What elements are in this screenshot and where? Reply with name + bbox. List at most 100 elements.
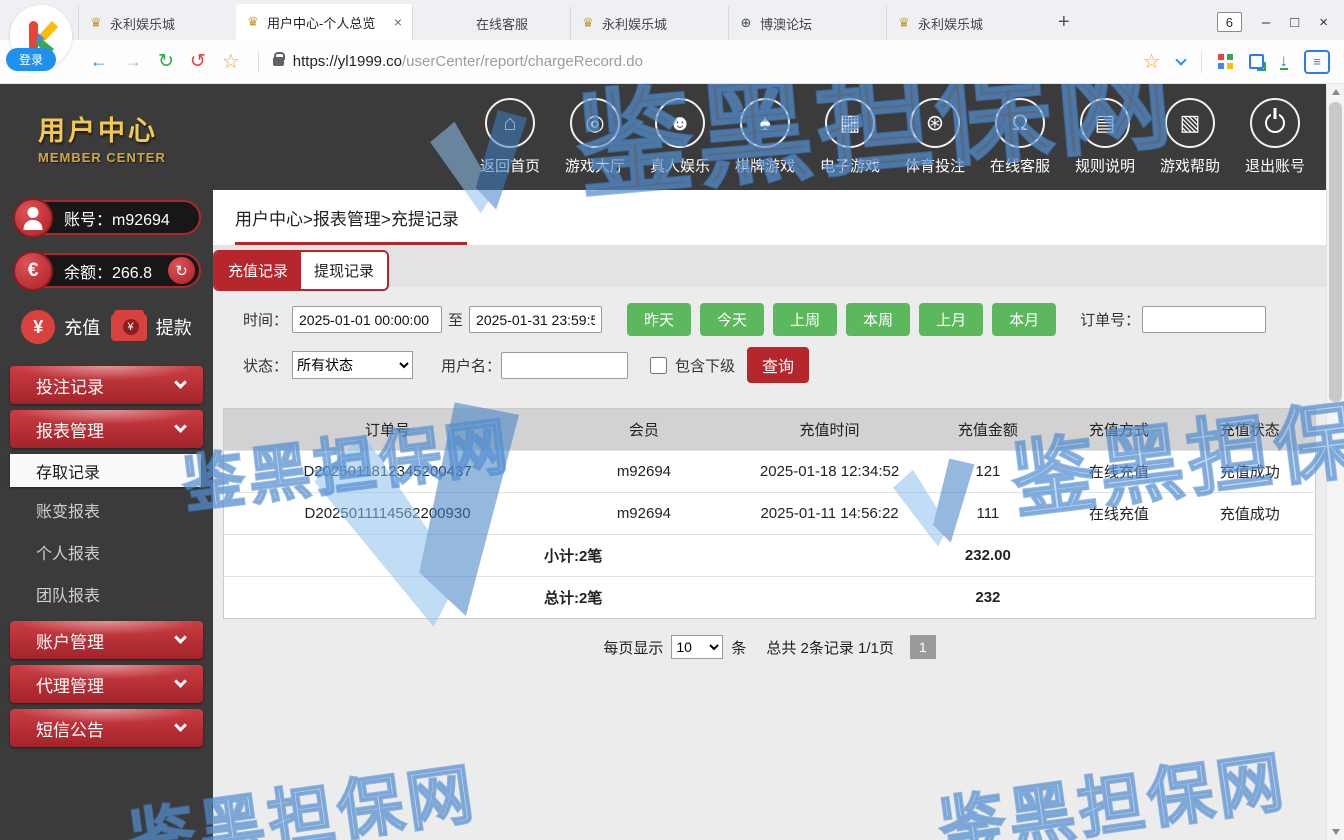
quick-yesterday-button[interactable]: 昨天 — [627, 303, 691, 336]
subtotal-row: 小计:2笔 232.00 — [224, 535, 1316, 577]
power-icon — [1250, 98, 1300, 148]
refresh-balance-icon[interactable]: ↻ — [168, 257, 195, 284]
status-select[interactable]: 所有状态 — [292, 351, 413, 379]
tab-forum[interactable]: ⊕ 博澳论坛 — [728, 6, 886, 40]
tab-close-icon[interactable]: × — [394, 14, 402, 30]
quick-last-month-button[interactable]: 上月 — [919, 303, 983, 336]
time-to-input[interactable] — [469, 306, 602, 333]
sidebar-item-sms-notice[interactable]: 短信公告 — [10, 709, 203, 747]
username-label: 用户名： — [441, 355, 501, 376]
chevron-down-icon[interactable] — [1175, 54, 1186, 65]
col-order-no: 订单号 — [224, 409, 552, 451]
unit-label: 条 — [731, 637, 746, 658]
search-button[interactable]: 查询 — [747, 347, 809, 383]
tab-withdraw-records[interactable]: 提现记录 — [301, 252, 387, 289]
chevron-down-icon — [174, 631, 187, 644]
filter-panel: 时间： 至 昨天 今天 上周 本周 上月 本月 订单号： 状态： 所有状态 用户… — [213, 287, 1326, 406]
tab-user-center-active[interactable]: ♛ 用户中心-个人总览 × — [236, 4, 412, 40]
nav-rules[interactable]: ▤ 规则说明 — [1076, 98, 1134, 176]
forward-icon[interactable]: → — [124, 51, 142, 72]
refresh-icon[interactable]: ↻ — [158, 50, 174, 73]
tab-count-badge[interactable]: 6 — [1217, 12, 1242, 32]
sidebar-subitem-account-change-report[interactable]: 账变报表 — [0, 489, 213, 531]
sidebar-item-agent-mgmt[interactable]: 代理管理 — [10, 665, 203, 703]
crown-favicon-icon: ♛ — [897, 15, 911, 31]
sidebar-item-report-mgmt[interactable]: 报表管理 — [10, 410, 203, 448]
tab-yongli-3[interactable]: ♛ 永利娱乐城 — [886, 6, 1044, 40]
withdraw-button[interactable]: 提款 — [111, 310, 192, 344]
download-icon[interactable]: ↓ — [1280, 53, 1289, 70]
close-window-button[interactable]: × — [1319, 14, 1328, 31]
record-tabs: 充值记录 提现记录 — [213, 245, 1326, 287]
url-text[interactable]: https://yl1999.co/userCenter/report/char… — [293, 53, 643, 70]
bookmark-star-icon[interactable]: ☆ — [1143, 49, 1161, 74]
sidebar-item-bet-records[interactable]: 投注记录 — [10, 366, 203, 404]
tab-yongli-2[interactable]: ♛ 永利娱乐城 — [570, 6, 728, 40]
nav-home[interactable]: ⌂ 返回首页 — [481, 98, 539, 176]
user-icon — [13, 198, 53, 238]
chevron-down-icon — [174, 420, 187, 433]
browser-login-button[interactable]: 登录 — [6, 48, 56, 71]
include-sub-label: 包含下级 — [675, 355, 735, 376]
per-page-select[interactable]: 10 — [671, 635, 723, 659]
col-charge-status: 充值状态 — [1184, 409, 1315, 451]
tab-recharge-records[interactable]: 充值记录 — [215, 252, 301, 289]
username-input[interactable] — [501, 352, 628, 379]
header-nav: ⌂ 返回首页 ◎ 游戏大厅 ☻ 真人娱乐 ♠ 棋牌游戏 ▦ 电子游戏 ⊛ 体育投… — [481, 98, 1344, 176]
page-scrollbar[interactable] — [1326, 84, 1344, 840]
quick-last-week-button[interactable]: 上周 — [773, 303, 837, 336]
globe-favicon-icon: ⊕ — [739, 15, 753, 31]
time-label: 时间： — [243, 309, 288, 330]
order-no-input[interactable] — [1142, 306, 1266, 333]
recharge-button[interactable]: ¥ 充值 — [21, 310, 100, 344]
browser-address-bar: ← → ↻ ↺ ☆ https://yl1999.co/userCenter/r… — [0, 40, 1344, 84]
nav-sports[interactable]: ⊛ 体育投注 — [906, 98, 964, 176]
sidebar-subitem-team-report[interactable]: 团队报表 — [0, 573, 213, 615]
balance-pill: € 余额：266.8 ↻ — [14, 253, 201, 288]
nav-slots[interactable]: ▦ 电子游戏 — [821, 98, 879, 176]
table-row: D2025011812345200437 m92694 2025-01-18 1… — [224, 451, 1316, 493]
page-content: 用户中心 MEMBER CENTER ⌂ 返回首页 ◎ 游戏大厅 ☻ 真人娱乐 … — [0, 84, 1344, 840]
scrollbar-thumb[interactable] — [1329, 102, 1342, 402]
nav-customer-service[interactable]: Ω 在线客服 — [991, 98, 1049, 176]
browser-menu-icon[interactable]: ≡ — [1304, 50, 1330, 74]
maximize-button[interactable]: □ — [1290, 14, 1299, 31]
account-pill: 账号：m92694 — [14, 200, 201, 235]
nav-help[interactable]: ▧ 游戏帮助 — [1161, 98, 1219, 176]
chevron-down-icon — [174, 675, 187, 688]
favorites-star-icon[interactable]: ☆ — [222, 49, 240, 74]
tab-yongli-1[interactable]: ♛ 永利娱乐城 — [78, 6, 236, 40]
include-sub-checkbox[interactable] — [650, 357, 667, 374]
time-from-input[interactable] — [292, 306, 442, 333]
chevron-down-icon — [174, 376, 187, 389]
scroll-down-icon[interactable] — [1332, 829, 1340, 835]
back-icon[interactable]: ← — [90, 51, 108, 72]
scroll-up-icon[interactable] — [1332, 89, 1340, 95]
chevron-down-icon — [174, 719, 187, 732]
screenshot-icon[interactable] — [1249, 54, 1264, 69]
nav-card-games[interactable]: ♠ 棋牌游戏 — [736, 98, 794, 176]
sidebar-subitem-deposit-records-active[interactable]: 存取记录 — [10, 454, 201, 487]
col-member: 会员 — [551, 409, 737, 451]
sidebar-subitem-personal-report[interactable]: 个人报表 — [0, 531, 213, 573]
undo-icon[interactable]: ↺ — [190, 50, 206, 73]
sidebar-actions: ¥ 充值 提款 — [0, 288, 213, 360]
per-page-label: 每页显示 — [603, 637, 663, 658]
minimize-button[interactable]: – — [1262, 14, 1270, 31]
tab-online-service[interactable]: 在线客服 — [412, 6, 570, 40]
order-no-label: 订单号： — [1080, 309, 1140, 330]
subtotal-label: 小计:2笔 — [224, 535, 923, 577]
nav-logout[interactable]: 退出账号 — [1246, 98, 1304, 176]
page-1-button[interactable]: 1 — [910, 635, 936, 659]
new-tab-button[interactable]: + — [1044, 11, 1084, 40]
logo-title: 用户中心 — [38, 109, 220, 148]
quick-today-button[interactable]: 今天 — [700, 303, 764, 336]
quick-this-month-button[interactable]: 本月 — [992, 303, 1056, 336]
apps-grid-icon[interactable] — [1218, 54, 1233, 69]
nav-live-casino[interactable]: ☻ 真人娱乐 — [651, 98, 709, 176]
quick-this-week-button[interactable]: 本周 — [846, 303, 910, 336]
rules-icon: ▤ — [1080, 98, 1130, 148]
sidebar-item-account-mgmt[interactable]: 账户管理 — [10, 621, 203, 659]
account-label: 账号：m92694 — [64, 206, 170, 230]
nav-game-hall[interactable]: ◎ 游戏大厅 — [566, 98, 624, 176]
